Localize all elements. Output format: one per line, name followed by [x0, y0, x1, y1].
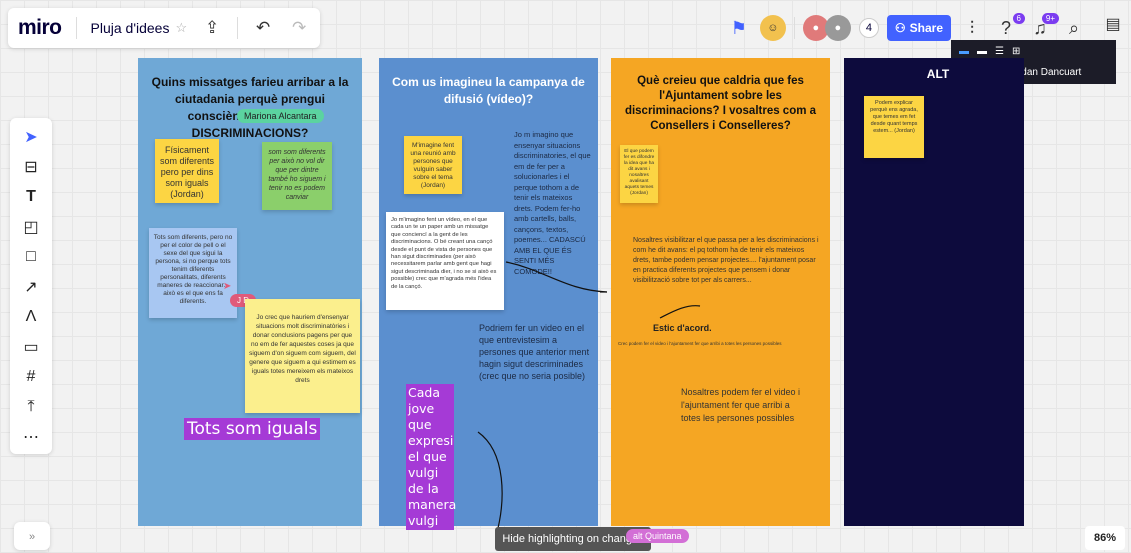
more-tools-icon[interactable]: ⋯ [16, 426, 46, 448]
column-4-title: ALT [926, 67, 950, 81]
layout-single-icon[interactable]: ▬ [977, 46, 987, 57]
comment-icon[interactable]: ▭ [16, 336, 46, 358]
frame-tool-icon[interactable]: # [16, 366, 46, 388]
connector-arrow-icon[interactable]: ↗ [16, 276, 46, 298]
text-block[interactable]: Estic d'acord. [653, 322, 712, 334]
sticky-note[interactable]: M'imagine fent una reunió amb persones q… [404, 136, 462, 194]
column-3-title: Què creieu que caldria que fes l'Ajuntam… [624, 75, 817, 132]
zoom-level[interactable]: 86% [1085, 526, 1125, 550]
layout-list-icon[interactable]: ☰ [995, 46, 1004, 57]
left-toolbar: ➤ ⊟ T ◰ □ ↗ Λ ▭ # ⤒ ⋯ [10, 118, 52, 454]
text-block[interactable]: Podriem fer un video en el que entrevist… [479, 322, 595, 382]
miro-logo[interactable]: miro [18, 16, 62, 40]
people-icon: ⚇ [894, 21, 906, 35]
star-icon[interactable]: ☆ [175, 20, 187, 36]
sticky-note[interactable]: Jo m'imagino fent un vídeo, en el que ca… [386, 212, 504, 310]
search-icon[interactable]: ⌕ [1061, 18, 1087, 39]
notification-badge: 9+ [1041, 12, 1059, 24]
shape-tool-icon[interactable]: □ [16, 246, 46, 268]
divider [237, 17, 239, 39]
sticky-note[interactable]: Tots som diferents, pero no per el color… [149, 228, 237, 318]
divider [75, 17, 77, 39]
text-block[interactable]: Nosaltres visibilitzar el que passa per … [633, 236, 823, 286]
cursor-arrow-icon: ➤ [223, 281, 232, 292]
avatar[interactable]: ● [824, 15, 851, 41]
settings-sliders-icon[interactable]: ⫶ [959, 18, 985, 39]
templates-icon[interactable]: ⊟ [16, 156, 46, 178]
text-block[interactable]: Nosaltres podem fer el video i l'ajuntam… [681, 386, 809, 425]
sticky-note[interactable]: som som diferents per això no vol dir qu… [262, 142, 332, 210]
undo-icon[interactable]: ↶ [252, 18, 274, 38]
cursor-label-mariona: Mariona Alcantara [237, 109, 324, 123]
board-header: miro Pluja d'idees ☆ ⇪ ↶ ↷ [8, 8, 321, 48]
upload-icon[interactable]: ⇪ [201, 18, 223, 38]
layout-grid-icon[interactable]: ⊞ [1012, 46, 1020, 57]
share-button[interactable]: ⚇ Share [886, 15, 951, 41]
sticky-note[interactable]: Jo crec que hauriem d'ensenyar situacion… [245, 299, 360, 413]
divider [793, 17, 795, 39]
sticky-note[interactable]: Físicament som diferents pero per dins s… [155, 139, 219, 203]
avatar[interactable]: ☺ [759, 15, 786, 41]
text-block[interactable]: Jo m imagino que ensenyar situacions dis… [514, 130, 592, 277]
text-block[interactable]: Crec podem fer el video i l'ajuntament f… [618, 341, 828, 347]
sticky-note[interactable]: Podem explicar perquè ens agrada, que te… [864, 96, 924, 158]
reactions-icon[interactable]: ⚑ [726, 18, 752, 39]
sticky-note-icon[interactable]: ◰ [16, 216, 46, 238]
notes-icon[interactable]: ▤ [1101, 14, 1125, 38]
text-label[interactable]: Tots som iguals [184, 418, 321, 440]
cursor-label-quintana: alt Quintana [626, 529, 689, 543]
redo-icon[interactable]: ↷ [288, 18, 310, 38]
pen-tool-icon[interactable]: Λ [16, 306, 46, 328]
text-label[interactable]: Cada jove que expresi el que vulgi de la… [406, 384, 456, 530]
expand-minimap-button[interactable]: » [14, 522, 50, 550]
minimize-icon[interactable]: ▬ [959, 46, 969, 57]
collaborator-count[interactable]: 4 [858, 18, 879, 38]
upload-tool-icon[interactable]: ⤒ [16, 396, 46, 418]
column-2-title: Com us imagineu la campanya de difusió (… [392, 75, 585, 106]
text-tool-icon[interactable]: T [16, 186, 46, 208]
board-title[interactable]: Pluja d'idees [91, 20, 170, 36]
select-cursor-icon[interactable]: ➤ [16, 126, 46, 148]
bell-icon[interactable]: ♫ 9+ [1027, 12, 1059, 39]
column-1-title: Quins missatges farieu arribar a la ciut… [151, 75, 349, 140]
help-badge: 6 [1012, 12, 1025, 24]
sticky-note[interactable]: El que podem fer es difondre la idea que… [620, 145, 658, 203]
help-icon[interactable]: ? 6 [993, 12, 1025, 39]
